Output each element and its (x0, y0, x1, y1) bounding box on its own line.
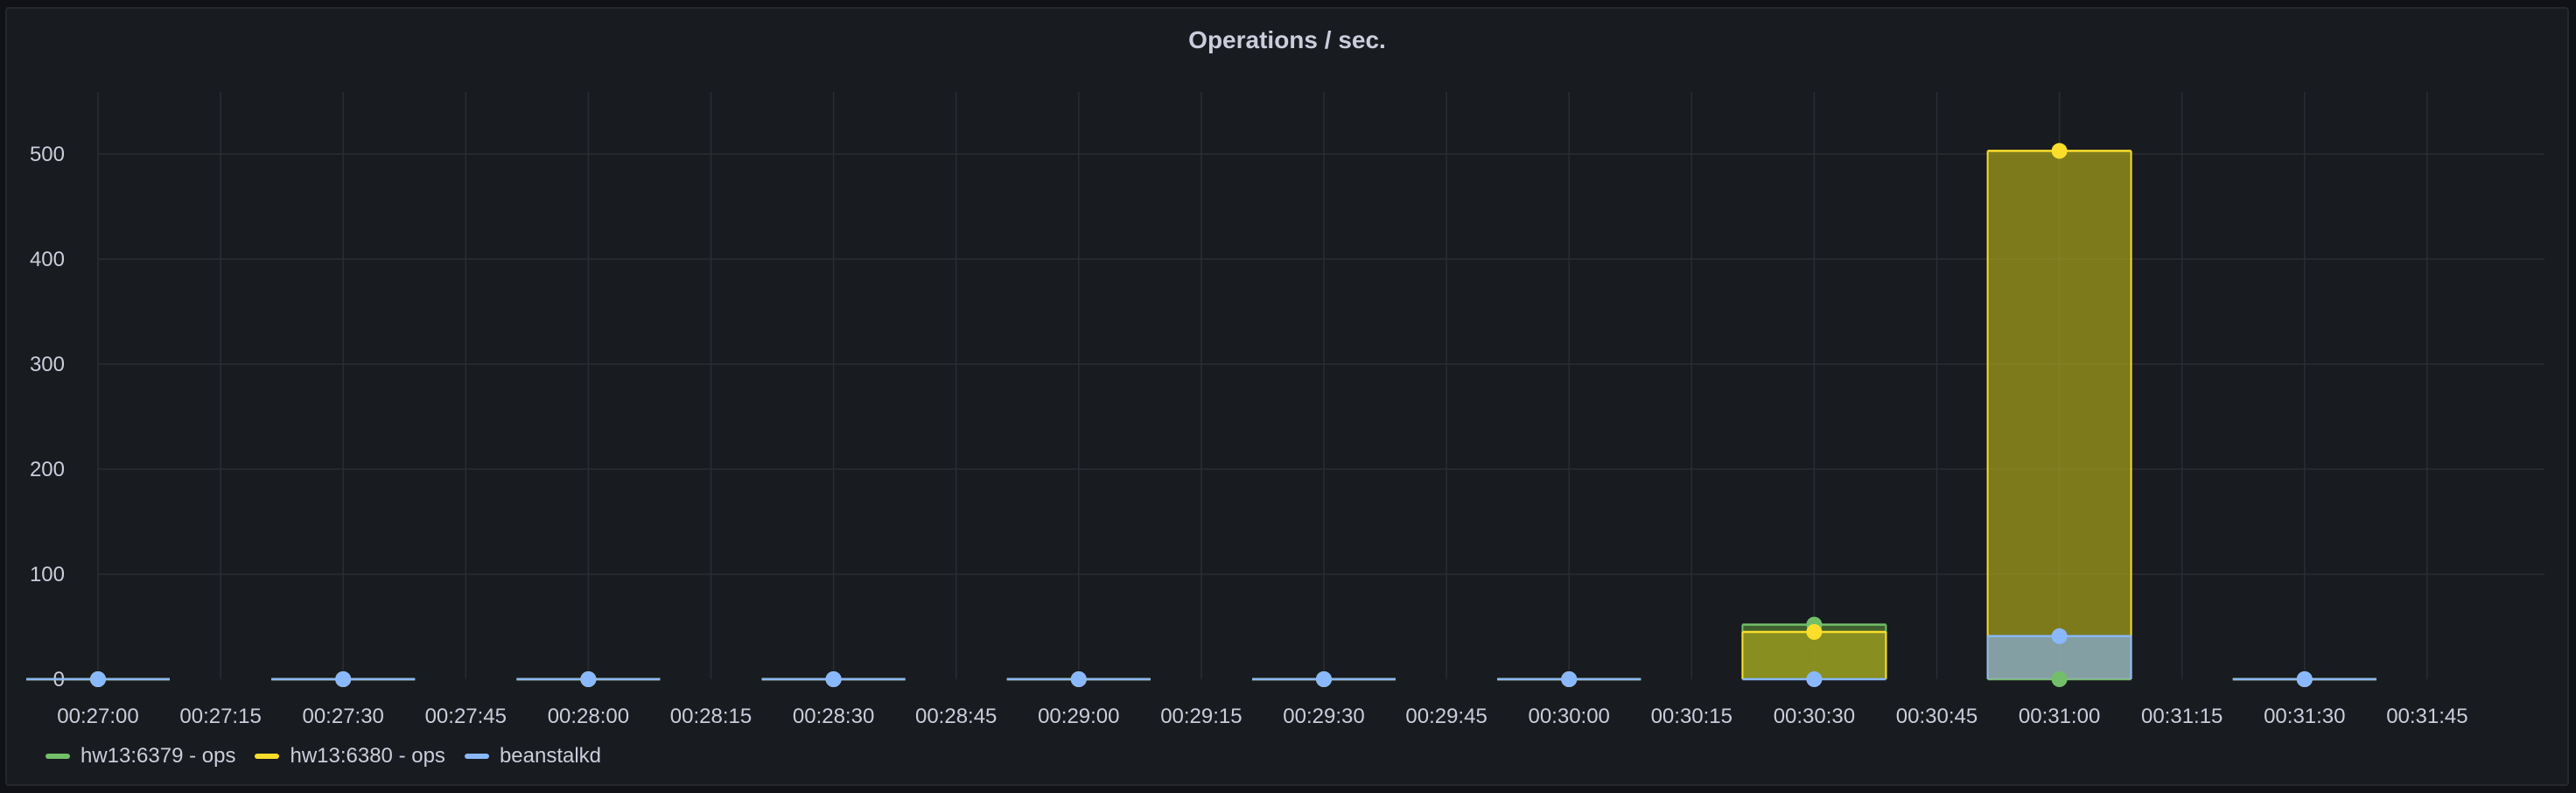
data-point (2051, 628, 2068, 644)
data-point (1316, 671, 1332, 687)
y-tick-label: 100 (30, 563, 65, 586)
x-tick-label: 00:31:00 (2019, 705, 2100, 728)
x-tick-label: 00:27:30 (302, 705, 383, 728)
data-point (2051, 143, 2068, 159)
data-point (90, 671, 106, 687)
x-tick-label: 00:27:15 (179, 705, 261, 728)
x-tick-label: 00:30:00 (1528, 705, 1609, 728)
y-tick-label: 300 (30, 353, 65, 376)
y-tick-label: 200 (30, 458, 65, 481)
x-tick-label: 00:27:45 (425, 705, 507, 728)
x-axis: 00:27:00 00:27:15 00:27:30 00:27:45 00:28:00… (57, 705, 2468, 728)
x-tick-label: 00:28:45 (915, 705, 997, 728)
y-axis: 0100200300400500 (30, 143, 65, 691)
x-tick-label: 00:31:30 (2264, 705, 2345, 728)
bar-fill (1987, 151, 2132, 679)
x-tick-label: 00:29:15 (1160, 705, 1242, 728)
x-tick-label: 00:29:30 (1283, 705, 1364, 728)
y-tick-label: 500 (30, 143, 65, 166)
data-point (1070, 671, 1087, 687)
grid-lines (97, 92, 2544, 679)
x-tick-label: 00:28:30 (793, 705, 874, 728)
data-point (335, 671, 352, 687)
x-tick-label: 00:31:45 (2386, 705, 2468, 728)
legend-swatch (255, 754, 280, 759)
x-tick-label: 00:31:15 (2141, 705, 2222, 728)
legend-swatch (464, 754, 489, 759)
y-tick-label: 400 (30, 248, 65, 271)
data-point (1806, 624, 1823, 640)
x-tick-label: 00:30:15 (1651, 705, 1732, 728)
data-point (580, 671, 597, 687)
x-tick-label: 00:27:00 (57, 705, 138, 728)
x-tick-label: 00:30:30 (1774, 705, 1855, 728)
data-point (1561, 671, 1578, 687)
data-point (2296, 671, 2313, 687)
legend-label: hw13:6379 - ops (80, 744, 236, 768)
legend-label: hw13:6380 - ops (290, 744, 445, 768)
legend-swatch (46, 754, 70, 759)
ops-chart: 0100200300400500 00:27:0000:27:1500:27:3… (26, 92, 2544, 728)
legend-item[interactable]: beanstalkd (464, 744, 602, 768)
data-point (1806, 671, 1823, 687)
x-tick-label: 00:29:45 (1405, 705, 1487, 728)
legend: hw13:6379 - ops hw13:6380 - ops beanstalkd (46, 744, 601, 768)
data-point (2051, 671, 2068, 687)
legend-item[interactable]: hw13:6380 - ops (255, 744, 445, 768)
x-tick-label: 00:30:45 (1896, 705, 1978, 728)
data-point (825, 671, 842, 687)
legend-label: beanstalkd (499, 744, 602, 768)
legend-item[interactable]: hw13:6379 - ops (46, 744, 235, 768)
x-tick-label: 00:29:00 (1038, 705, 1119, 728)
x-tick-label: 00:28:00 (548, 705, 629, 728)
x-tick-label: 00:28:15 (670, 705, 752, 728)
